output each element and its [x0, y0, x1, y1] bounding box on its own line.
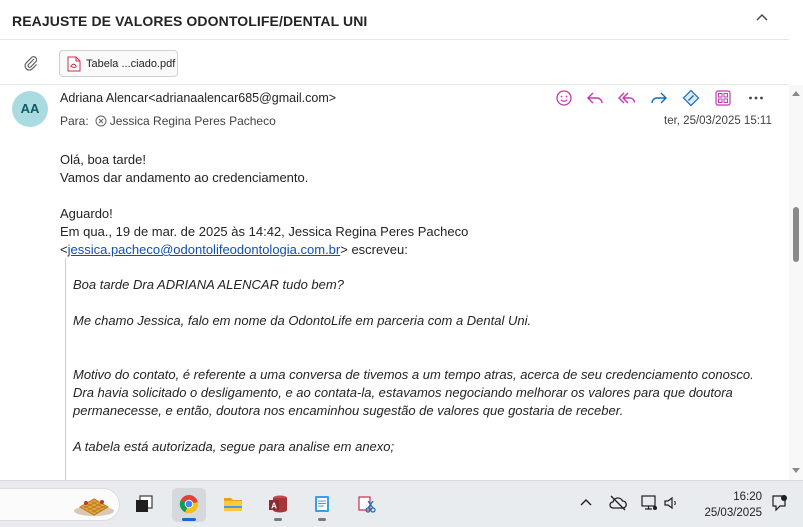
email-subject: REAJUSTE DE VALORES ODONTOLIFE/DENTAL UN…	[12, 13, 368, 29]
chevron-up-icon[interactable]	[752, 8, 772, 28]
svg-text:A: A	[271, 502, 277, 511]
reply-icon[interactable]	[585, 88, 605, 108]
scroll-up-arrow[interactable]	[792, 91, 800, 96]
body-line: Aguardo!	[60, 206, 113, 221]
waffle-widget-icon	[74, 498, 114, 516]
link-chip-icon[interactable]	[681, 88, 701, 108]
chrome-icon	[179, 495, 199, 514]
access-app-icon: A	[269, 495, 287, 513]
attachments-row: Tabela ...ciado.pdf	[0, 41, 789, 85]
network-icon[interactable]	[639, 493, 659, 513]
volume-icon[interactable]	[662, 493, 682, 513]
body-line: Vamos dar andamento ao credenciamento.	[60, 170, 309, 185]
attachment-name: Tabela ...ciado.pdf	[86, 58, 176, 70]
email-reading-pane: REAJUSTE DE VALORES ODONTOLIFE/DENTAL UN…	[0, 0, 803, 480]
active-indicator	[182, 518, 196, 521]
scroll-down-arrow[interactable]	[792, 468, 800, 473]
pdf-file-icon	[67, 56, 81, 72]
taskbar-file-explorer[interactable]	[216, 488, 250, 522]
sender-avatar[interactable]: AA	[12, 91, 48, 127]
subject-bar: REAJUSTE DE VALORES ODONTOLIFE/DENTAL UN…	[0, 0, 789, 40]
taskbar-search[interactable]	[0, 488, 120, 521]
chevron-up-tray-icon[interactable]	[576, 493, 596, 513]
body-line: <jessica.pacheco@odontolifeodontologia.c…	[60, 241, 780, 259]
taskbar-chrome[interactable]	[172, 488, 206, 522]
running-indicator	[318, 518, 326, 521]
paperclip-icon[interactable]	[22, 54, 40, 72]
recipient-status-icon	[95, 115, 107, 127]
more-options-icon[interactable]	[746, 88, 766, 108]
taskbar-task-view[interactable]	[127, 488, 161, 522]
apps-grid-icon[interactable]	[713, 88, 733, 108]
task-view-icon	[136, 495, 153, 512]
bracket-open: <	[60, 242, 68, 257]
email-date: ter, 25/03/2025 15:11	[664, 115, 772, 127]
clock-date: 25/03/2025	[704, 507, 762, 519]
taskbar-access[interactable]: A	[261, 488, 295, 522]
quote-line: Boa tarde Dra ADRIANA ALENCAR tudo bem?	[73, 277, 344, 292]
snipping-tool-icon	[358, 496, 376, 513]
to-label: Para:	[60, 114, 89, 128]
recipient-row: Para: Jessica Regina Peres Pacheco	[60, 114, 276, 128]
quote-line: A tabela está autorizada, segue para ana…	[73, 439, 395, 454]
notepad-icon	[315, 496, 329, 512]
sender-email-link[interactable]: jessica.pacheco@odontolifeodontologia.co…	[68, 242, 341, 257]
body-line: Em qua., 19 de mar. de 2025 às 14:42, Je…	[60, 224, 469, 239]
quote-line: Dra havia solicitado o desligamento, e a…	[73, 385, 733, 418]
running-indicator	[274, 518, 282, 521]
cloud-offline-icon[interactable]	[608, 493, 628, 513]
folder-icon	[224, 498, 242, 511]
quote-line: Me chamo Jessica, falo em nome da Odonto…	[73, 313, 532, 328]
taskbar-notepad[interactable]	[305, 488, 339, 522]
taskbar: A 16:20 25/03/2025	[0, 480, 803, 527]
wrote-label: > escreveu:	[340, 242, 408, 257]
quoted-message: Boa tarde Dra ADRIANA ALENCAR tudo bem? …	[65, 258, 780, 480]
notification-center-icon[interactable]	[769, 493, 789, 513]
quote-line: Motivo do contato, é referente a uma con…	[73, 367, 754, 382]
scroll-thumb[interactable]	[793, 207, 799, 262]
clock-time: 16:20	[733, 491, 762, 503]
emoji-icon[interactable]	[554, 88, 574, 108]
vertical-scrollbar[interactable]	[789, 85, 803, 480]
taskbar-clock[interactable]: 16:20 25/03/2025	[690, 489, 762, 521]
attachment-chip[interactable]: Tabela ...ciado.pdf	[59, 50, 178, 77]
taskbar-snipping-tool[interactable]	[349, 488, 383, 522]
recipient-name[interactable]: Jessica Regina Peres Pacheco	[110, 114, 276, 128]
forward-icon[interactable]	[649, 88, 669, 108]
sender-name[interactable]: Adriana Alencar<adrianaalencar685@gmail.…	[60, 91, 336, 105]
message-body: Olá, boa tarde! Vamos dar andamento ao c…	[60, 151, 780, 259]
body-line: Olá, boa tarde!	[60, 152, 146, 167]
reply-all-icon[interactable]	[617, 88, 637, 108]
